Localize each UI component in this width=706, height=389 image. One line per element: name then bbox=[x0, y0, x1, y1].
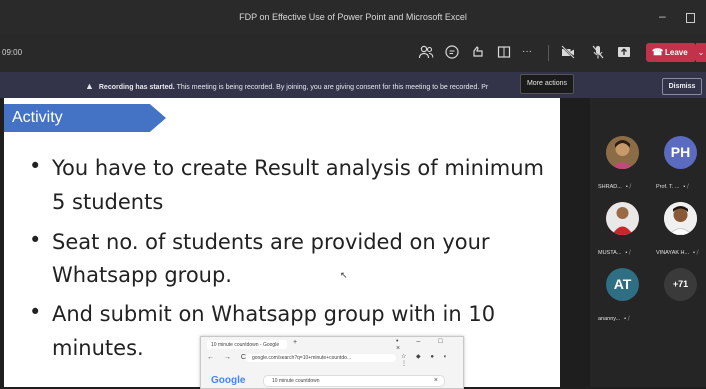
meeting-toolbar: 09:00 ··· ☎ Leave ⌄ bbox=[0, 34, 706, 72]
clear-search-icon: × bbox=[433, 377, 438, 384]
more-actions-tooltip: More actions bbox=[520, 74, 574, 94]
camera-off-icon[interactable] bbox=[560, 44, 576, 60]
slide-line: Whatsapp group. bbox=[52, 263, 232, 287]
participant-avatar: PH bbox=[664, 136, 697, 169]
maximize-icon[interactable] bbox=[686, 13, 695, 23]
browser-nav-icon: ← → C bbox=[207, 354, 250, 361]
window-title: FDP on Effective Use of Power Point and … bbox=[239, 12, 467, 22]
activity-tag: Activity bbox=[4, 104, 166, 132]
google-logo: Google bbox=[211, 375, 246, 386]
browser-extensions-icon: ☆ ◆ ● ◐ ⋮ bbox=[401, 354, 452, 367]
browser-search-box: 10 minute countdown × bbox=[263, 375, 445, 387]
slide-line: 5 students bbox=[52, 190, 164, 214]
activity-label: Activity bbox=[12, 109, 63, 126]
share-icon[interactable] bbox=[616, 44, 632, 60]
recording-started-label: Recording has started. bbox=[98, 84, 175, 91]
embedded-browser-screenshot: 10 minute countdown - Google + • – □ × ←… bbox=[200, 336, 464, 389]
participant-tile[interactable]: AT ananny... ▪ ⧸ bbox=[590, 268, 646, 328]
leave-button[interactable]: ☎ Leave bbox=[646, 43, 696, 62]
participant-tile[interactable]: PH Prof. T. ... ▪ ⧸ bbox=[648, 136, 704, 196]
browser-tab-title: 10 minute countdown - Google bbox=[211, 342, 280, 348]
stage-gap bbox=[560, 98, 590, 387]
window-titlebar: FDP on Effective Use of Power Point and … bbox=[0, 0, 706, 34]
privacy-link[interactable]: Pr bbox=[481, 84, 488, 91]
browser-window-controls-icon: • – □ × bbox=[396, 338, 451, 352]
toolbar-divider bbox=[548, 45, 549, 61]
bullet-icon: • bbox=[29, 228, 42, 252]
leave-label: Leave bbox=[665, 48, 688, 57]
participant-gallery: SHRAD... ▪ ⧸ PH Prof. T. ... ▪ ⧸ MUSTA... ▪… bbox=[590, 98, 706, 387]
chat-icon[interactable] bbox=[444, 44, 460, 60]
participant-tile[interactable]: MUSTA... ▪ ⧸ bbox=[590, 202, 646, 262]
participant-tile[interactable]: SHRAD... ▪ ⧸ bbox=[590, 136, 646, 196]
participant-avatar: AT bbox=[606, 268, 639, 301]
slide-line: minutes. bbox=[52, 336, 144, 360]
reactions-icon[interactable] bbox=[470, 44, 486, 60]
participant-avatar bbox=[606, 136, 639, 169]
people-icon[interactable] bbox=[418, 44, 434, 60]
slide-line: Seat no. of students are provided on you… bbox=[52, 230, 490, 254]
slide-line: And submit on Whatsapp group with in 10 bbox=[52, 302, 496, 326]
participant-name: VINAYAK H... ▪ ⧸ bbox=[656, 250, 699, 256]
browser-search-text: 10 minute countdown bbox=[272, 378, 320, 384]
leave-options-chevron-icon[interactable]: ⌄ bbox=[696, 43, 706, 62]
minimize-icon[interactable]: – bbox=[659, 9, 666, 23]
browser-url-bar: google.com/search?q=10+minute+countdo... bbox=[246, 354, 396, 362]
mouse-cursor-icon: ↖ bbox=[340, 270, 348, 280]
meeting-timer: 09:00 bbox=[2, 48, 23, 57]
mic-off-icon[interactable] bbox=[590, 44, 606, 60]
bullet-icon: • bbox=[29, 300, 42, 324]
participant-name: MUSTA... ▪ ⧸ bbox=[598, 250, 631, 256]
dismiss-button[interactable]: Dismiss bbox=[662, 78, 702, 95]
participant-avatar bbox=[664, 202, 697, 235]
more-actions-icon[interactable]: ··· bbox=[522, 46, 538, 62]
rooms-icon[interactable] bbox=[496, 44, 512, 60]
participant-name: Prof. T. ... ▪ ⧸ bbox=[656, 184, 689, 190]
participant-avatar bbox=[606, 202, 639, 235]
participant-name: ananny... ▪ ⧸ bbox=[598, 316, 630, 322]
warning-icon: ▲ bbox=[85, 81, 94, 91]
slide-line: You have to create Result analysis of mi… bbox=[52, 156, 545, 180]
overflow-count: +71 bbox=[664, 268, 697, 301]
browser-url: google.com/search?q=10+minute+countdo... bbox=[252, 355, 352, 361]
participant-tile[interactable]: VINAYAK H... ▪ ⧸ bbox=[648, 202, 704, 262]
browser-tab: 10 minute countdown - Google bbox=[207, 340, 287, 349]
recording-message: This meeting is being recorded. By joini… bbox=[176, 84, 480, 91]
new-tab-icon: + bbox=[293, 339, 298, 346]
participant-name: SHRAD... ▪ ⧸ bbox=[598, 184, 632, 190]
bullet-icon: • bbox=[29, 154, 42, 178]
more-participants-button[interactable]: +71 bbox=[648, 268, 704, 328]
recording-banner: ▲ Recording has started. This meeting is… bbox=[0, 72, 706, 98]
hang-up-icon: ☎ bbox=[652, 47, 664, 57]
